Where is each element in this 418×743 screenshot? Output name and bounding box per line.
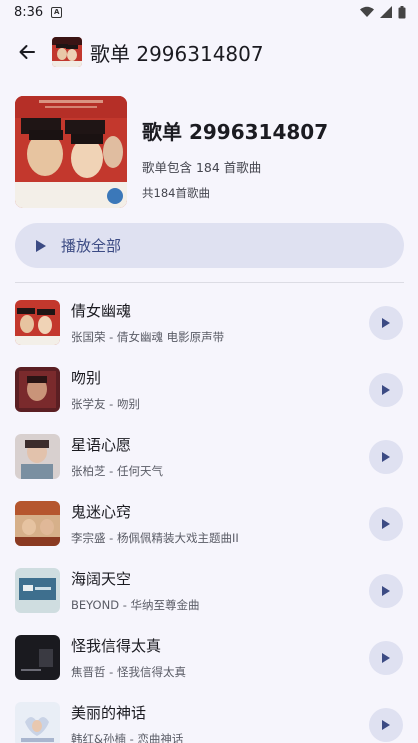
song-row[interactable]: 星语心愿 张柏芝 - 任何天气 <box>0 423 418 490</box>
song-thumbnail <box>15 635 60 680</box>
playlist-cover <box>15 96 127 208</box>
song-text: 美丽的神话 韩红&孙楠 - 恋曲神话 <box>71 702 369 743</box>
song-row[interactable]: 海阔天空 BEYOND - 华纳至尊金曲 <box>0 557 418 624</box>
play-icon <box>382 518 390 529</box>
play-icon <box>382 317 390 328</box>
playlist-info: 歌单 2996314807 歌单包含 184 首歌曲 共184首歌曲 <box>142 96 328 208</box>
song-thumbnail <box>15 434 60 479</box>
song-title: 海阔天空 <box>71 570 132 588</box>
song-play-button[interactable] <box>369 439 403 474</box>
play-icon <box>36 239 46 252</box>
song-thumbnail <box>15 702 60 743</box>
song-row[interactable]: 倩女幽魂 张国荣 - 倩女幽魂 电影原声带 <box>0 289 418 356</box>
song-play-button[interactable] <box>369 640 403 675</box>
play-icon <box>382 585 390 596</box>
song-row[interactable]: 怪我信得太真 焦晋哲 - 怪我信得太真 <box>0 624 418 691</box>
song-play-button[interactable] <box>369 305 403 340</box>
song-row[interactable]: 美丽的神话 韩红&孙楠 - 恋曲神话 <box>0 691 418 743</box>
song-title: 鬼迷心窍 <box>71 503 132 521</box>
status-time: 8:36 <box>14 4 44 20</box>
playlist-header: 歌单 2996314807 歌单包含 184 首歌曲 共184首歌曲 <box>15 96 405 208</box>
wifi-icon <box>360 6 374 17</box>
play-icon <box>382 451 390 462</box>
app-bar-title: 歌单 2996314807 <box>90 41 264 66</box>
song-subtitle: 张国荣 - 倩女幽魂 电影原声带 <box>71 330 225 344</box>
play-icon <box>382 384 390 395</box>
playlist-thumbnail <box>52 37 82 67</box>
play-all-label: 播放全部 <box>61 237 122 255</box>
song-play-button[interactable] <box>369 573 403 608</box>
song-title: 倩女幽魂 <box>71 302 132 320</box>
song-subtitle: 李宗盛 - 杨佩佩精装大戏主题曲II <box>71 531 239 545</box>
song-text: 倩女幽魂 张国荣 - 倩女幽魂 电影原声带 <box>71 300 369 345</box>
song-text: 吻别 张学友 - 吻别 <box>71 367 369 412</box>
playlist-count: 共184首歌曲 <box>142 186 210 200</box>
back-button[interactable] <box>15 40 39 64</box>
divider <box>15 282 404 283</box>
song-title: 美丽的神话 <box>71 704 147 722</box>
play-icon <box>382 719 390 730</box>
status-icons <box>360 5 406 19</box>
signal-icon <box>380 6 392 18</box>
playlist-subtitle: 歌单包含 184 首歌曲 <box>142 160 262 175</box>
song-text: 怪我信得太真 焦晋哲 - 怪我信得太真 <box>71 635 369 680</box>
arrow-back-icon <box>19 45 35 59</box>
song-text: 鬼迷心窍 李宗盛 - 杨佩佩精装大戏主题曲II <box>71 501 369 546</box>
song-row[interactable]: 鬼迷心窍 李宗盛 - 杨佩佩精装大戏主题曲II <box>0 490 418 557</box>
song-title: 怪我信得太真 <box>71 637 162 655</box>
song-subtitle: 韩红&孙楠 - 恋曲神话 <box>71 732 184 743</box>
song-title: 星语心愿 <box>71 436 132 454</box>
song-subtitle: 张柏芝 - 任何天气 <box>71 464 163 478</box>
song-list: 倩女幽魂 张国荣 - 倩女幽魂 电影原声带 吻别 张学友 - 吻别 星语心愿 张… <box>0 289 418 743</box>
song-thumbnail <box>15 367 60 412</box>
notification-icon: A <box>51 6 63 18</box>
song-title: 吻别 <box>71 369 102 387</box>
song-subtitle: 张学友 - 吻别 <box>71 397 140 411</box>
song-play-button[interactable] <box>369 506 403 541</box>
song-subtitle: 焦晋哲 - 怪我信得太真 <box>71 665 186 679</box>
song-row[interactable]: 吻别 张学友 - 吻别 <box>0 356 418 423</box>
song-thumbnail <box>15 568 60 613</box>
playlist-title: 歌单 2996314807 <box>142 120 329 144</box>
song-subtitle: BEYOND - 华纳至尊金曲 <box>71 598 200 612</box>
song-play-button[interactable] <box>369 707 403 742</box>
play-icon <box>382 652 390 663</box>
play-all-button[interactable]: 播放全部 <box>15 223 404 268</box>
song-text: 海阔天空 BEYOND - 华纳至尊金曲 <box>71 568 369 613</box>
battery-icon <box>398 5 406 18</box>
song-thumbnail <box>15 501 60 546</box>
song-text: 星语心愿 张柏芝 - 任何天气 <box>71 434 369 479</box>
song-play-button[interactable] <box>369 372 403 407</box>
status-bar: 8:36 A <box>0 0 418 24</box>
song-thumbnail <box>15 300 60 345</box>
top-app-bar: 歌单 2996314807 <box>0 28 418 76</box>
